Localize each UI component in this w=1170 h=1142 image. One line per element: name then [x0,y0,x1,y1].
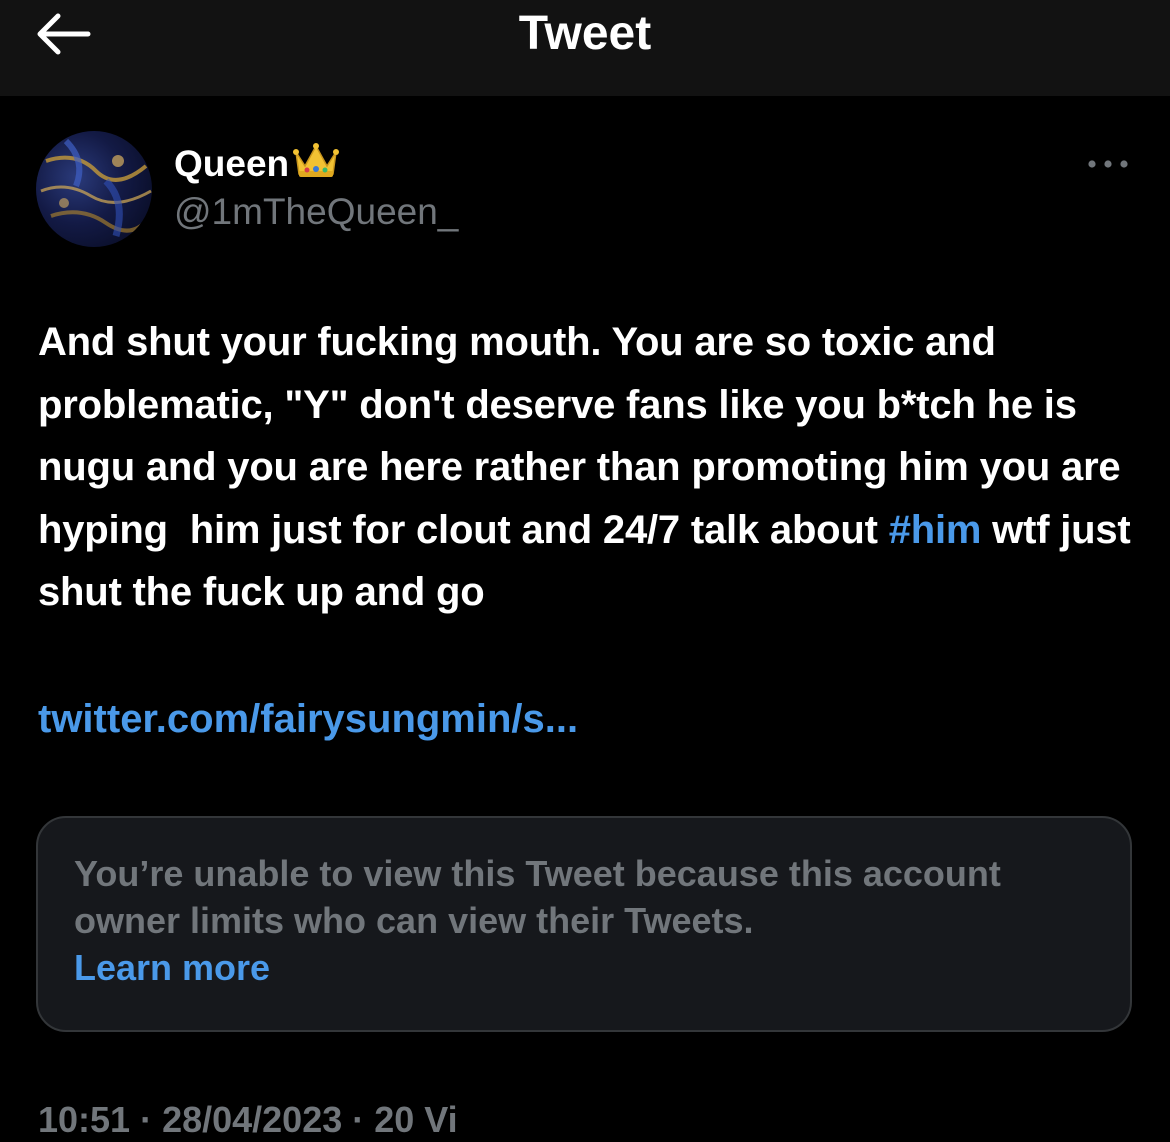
tweet-timestamp: 10:51 · 28/04/2023 · 20 Vi [38,1099,458,1140]
tweet-text: And shut your fucking mouth. You are so … [38,311,1148,624]
hashtag-link[interactable]: #him [889,508,982,552]
quote-card-text: You’re unable to view this Tweet because… [74,850,1094,991]
more-button[interactable] [1086,148,1130,180]
learn-more-link[interactable]: Learn more [74,944,270,991]
tweet-url-link[interactable]: twitter.com/fairysungmin/s... [38,688,578,750]
crown-icon [291,140,341,192]
author-name[interactable]: Queen [174,140,341,192]
quote-tweet-card[interactable]: You’re unable to view this Tweet because… [36,816,1132,1032]
author-handle[interactable]: @1mTheQueen_ [174,188,458,236]
top-bar: Tweet [0,0,1170,96]
more-horizontal-icon [1088,160,1128,168]
author-display-name: Queen [174,143,290,184]
unavailable-message: You’re unable to view this Tweet because… [74,853,1001,941]
avatar[interactable] [36,131,152,247]
page-title: Tweet [518,7,652,60]
